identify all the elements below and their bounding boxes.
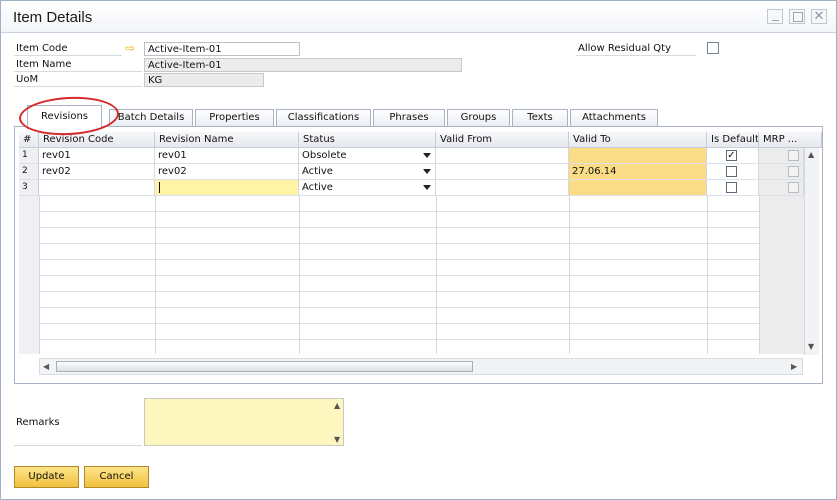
- scroll-left-icon[interactable]: ◀: [43, 362, 49, 371]
- horizontal-scrollbar[interactable]: ◀ ▶: [39, 358, 803, 375]
- cell-revision-code[interactable]: rev01: [39, 148, 155, 164]
- cell-is-default[interactable]: [707, 180, 759, 196]
- dropdown-arrow-icon[interactable]: [423, 169, 431, 174]
- cell-revision-code[interactable]: [39, 180, 155, 196]
- mrp-column-fill: [760, 196, 804, 354]
- textarea-scroll-down-icon[interactable]: ▼: [334, 435, 340, 444]
- scroll-right-icon[interactable]: ▶: [791, 362, 797, 371]
- close-button[interactable]: ✕: [811, 9, 827, 24]
- item-name-field: Active-Item-01: [144, 58, 462, 72]
- remarks-textarea[interactable]: ▲ ▼: [144, 398, 344, 446]
- col-header-mrp[interactable]: MRP ...: [759, 132, 822, 148]
- cell-is-default[interactable]: ✓: [707, 148, 759, 164]
- col-header-valid-to[interactable]: Valid To: [569, 132, 707, 148]
- tab-properties[interactable]: Properties: [195, 109, 274, 127]
- cell-status[interactable]: Active: [299, 164, 436, 180]
- minimize-button[interactable]: [767, 9, 783, 24]
- col-header-is-default[interactable]: Is Default: [707, 132, 759, 148]
- remarks-label: Remarks: [16, 417, 60, 428]
- window-title: Item Details: [13, 9, 93, 26]
- link-arrow-icon[interactable]: ⇨: [125, 41, 135, 55]
- tab-groups[interactable]: Groups: [447, 109, 510, 127]
- update-button[interactable]: Update: [14, 466, 79, 488]
- col-header-valid-from[interactable]: Valid From: [436, 132, 569, 148]
- cell-mrp: [759, 164, 804, 180]
- item-name-label: Item Name: [16, 59, 72, 70]
- remarks-underline: [14, 445, 142, 446]
- horizontal-scroll-thumb[interactable]: [56, 361, 473, 372]
- cell-valid-from[interactable]: [436, 148, 569, 164]
- cell-status[interactable]: Obsolete: [299, 148, 436, 164]
- maximize-button[interactable]: [789, 9, 805, 24]
- item-name-underline: [14, 71, 142, 72]
- mrp-checkbox: [788, 150, 799, 161]
- dropdown-arrow-icon[interactable]: [423, 153, 431, 158]
- allow-residual-label: Allow Residual Qty: [578, 43, 671, 54]
- item-code-underline: [14, 55, 122, 56]
- item-details-window: Item Details ✕ Item Code ⇨ Active-Item-0…: [0, 0, 837, 500]
- cell-status[interactable]: Active: [299, 180, 436, 196]
- cell-revision-name[interactable]: rev01: [155, 148, 299, 164]
- cancel-button[interactable]: Cancel: [84, 466, 149, 488]
- cell-valid-to[interactable]: [569, 148, 707, 164]
- scroll-down-icon[interactable]: ▼: [808, 342, 814, 351]
- textarea-scroll-up-icon[interactable]: ▲: [334, 401, 340, 410]
- tab-classifications[interactable]: Classifications: [276, 109, 371, 127]
- is-default-checkbox[interactable]: [726, 166, 737, 177]
- mrp-checkbox: [788, 166, 799, 177]
- empty-rows-col-lines: [19, 196, 804, 354]
- tab-phrases[interactable]: Phrases: [373, 109, 445, 127]
- item-code-label: Item Code: [16, 43, 68, 54]
- status-value: Active: [302, 182, 333, 193]
- row-number: 3: [19, 180, 39, 196]
- cell-valid-from[interactable]: [436, 180, 569, 196]
- cell-revision-name[interactable]: rev02: [155, 164, 299, 180]
- tab-revisions[interactable]: Revisions: [27, 105, 102, 129]
- cell-revision-name-active[interactable]: [155, 180, 299, 196]
- col-header-num: #: [19, 132, 39, 148]
- uom-underline: [14, 86, 142, 87]
- cell-valid-to[interactable]: [569, 180, 707, 196]
- uom-field: KG: [144, 73, 264, 87]
- row-number: 1: [19, 148, 39, 164]
- scroll-up-icon[interactable]: ▲: [808, 150, 814, 159]
- allow-residual-checkbox[interactable]: [707, 42, 719, 54]
- mrp-checkbox: [788, 182, 799, 193]
- status-value: Obsolete: [302, 150, 347, 161]
- allow-residual-underline: [576, 55, 696, 56]
- col-header-revision-code[interactable]: Revision Code: [39, 132, 155, 148]
- col-header-status[interactable]: Status: [299, 132, 436, 148]
- cell-valid-to[interactable]: 27.06.14: [569, 164, 707, 180]
- item-code-field[interactable]: Active-Item-01: [144, 42, 300, 56]
- cell-is-default[interactable]: [707, 164, 759, 180]
- text-cursor: [159, 182, 160, 193]
- cell-revision-code[interactable]: rev02: [39, 164, 155, 180]
- cell-mrp: [759, 148, 804, 164]
- title-bar[interactable]: Item Details ✕: [1, 1, 836, 33]
- row-number: 2: [19, 164, 39, 180]
- uom-label: UoM: [16, 74, 39, 85]
- tab-batch-details[interactable]: Batch Details: [109, 109, 193, 127]
- is-default-checkbox[interactable]: ✓: [726, 150, 737, 161]
- cell-valid-from[interactable]: [436, 164, 569, 180]
- dropdown-arrow-icon[interactable]: [423, 185, 431, 190]
- status-value: Active: [302, 166, 333, 177]
- tab-attachments[interactable]: Attachments: [570, 109, 658, 127]
- col-header-revision-name[interactable]: Revision Name: [155, 132, 299, 148]
- is-default-checkbox[interactable]: [726, 182, 737, 193]
- cell-mrp: [759, 180, 804, 196]
- tab-texts[interactable]: Texts: [512, 109, 568, 127]
- vertical-scrollbar[interactable]: ▲ ▼: [804, 148, 819, 355]
